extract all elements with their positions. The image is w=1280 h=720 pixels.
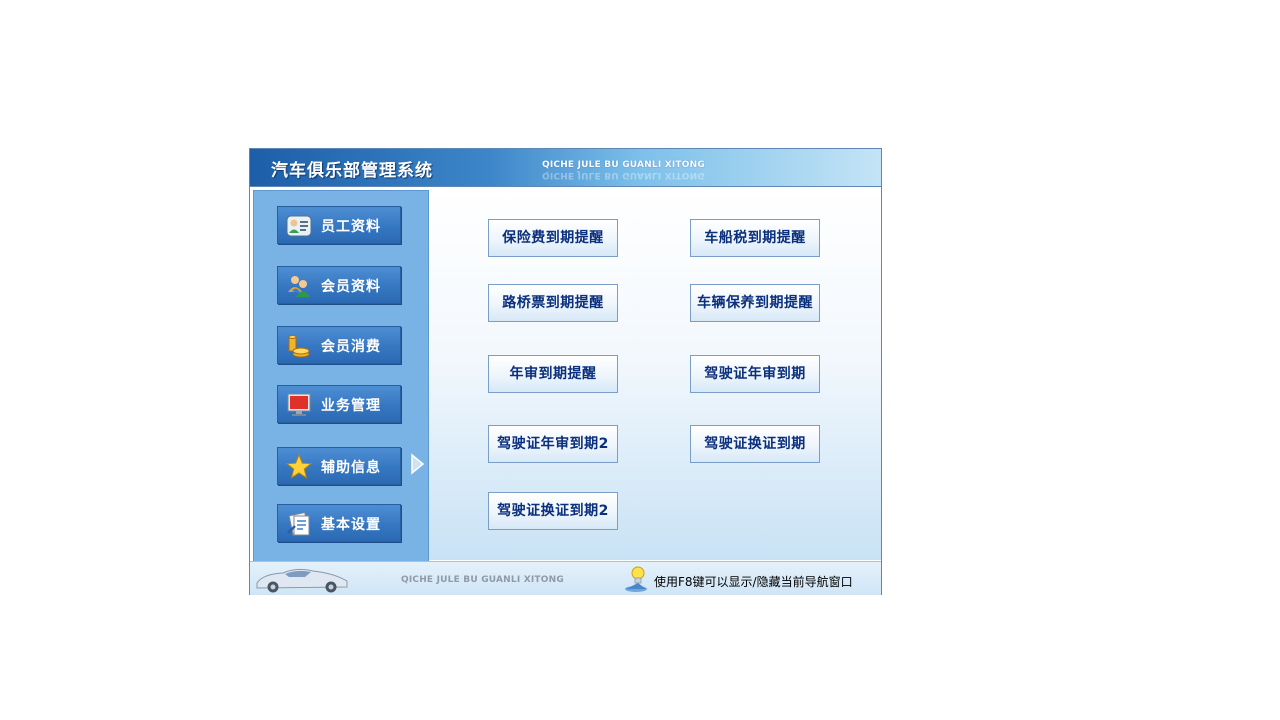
expand-arrow-icon[interactable] [409,453,425,475]
annual-inspection-reminder-button[interactable]: 年审到期提醒 [488,355,618,393]
title-bar: 汽车俱乐部管理系统 QICHE JULE BU GUANLI XITONG QI… [250,149,881,187]
sidebar-item-business-management[interactable]: 业务管理 [277,385,401,423]
sidebar-item-basic-settings[interactable]: 基本设置 [277,504,401,542]
app-subtitle-reflection: QICHE JULE BU GUANLI XITONG [542,170,705,180]
reminder-panel: 保险费到期提醒 车船税到期提醒 路桥票到期提醒 车辆保养到期提醒 年审到期提醒 … [429,187,881,560]
sidebar-item-employee-info[interactable]: 员工资料 [277,206,401,244]
status-bar: QICHE JULE BU GUANLI XITONG 使用F8键可以显示/隐藏… [250,561,881,595]
lightbulb-hint-icon [625,566,647,592]
sidebar-item-member-info[interactable]: 会员资料 [277,266,401,304]
f8-hint-text: 使用F8键可以显示/隐藏当前导航窗口 [654,575,853,589]
sidebar-item-label: 辅助信息 [321,460,381,476]
app-window: 汽车俱乐部管理系统 QICHE JULE BU GUANLI XITONG QI… [249,148,882,595]
license-renewal-expiry-2-button[interactable]: 驾驶证换证到期2 [488,492,618,530]
settings-document-icon [287,511,310,537]
sports-car-icon [256,568,348,593]
sidebar-item-label: 会员消费 [321,339,381,355]
app-subtitle: QICHE JULE BU GUANLI XITONG [542,160,705,170]
vehicle-maintenance-expiry-reminder-button[interactable]: 车辆保养到期提醒 [690,284,820,322]
vehicle-tax-expiry-reminder-button[interactable]: 车船税到期提醒 [690,219,820,257]
monitor-icon [287,393,311,416]
sidebar-item-auxiliary-info[interactable]: 辅助信息 [277,447,401,485]
license-annual-review-expiry-2-button[interactable]: 驾驶证年审到期2 [488,425,618,463]
sidebar-item-label: 员工资料 [321,219,381,235]
sidebar-item-label: 会员资料 [321,279,381,295]
insurance-expiry-reminder-button[interactable]: 保险费到期提醒 [488,219,618,257]
app-title: 汽车俱乐部管理系统 [271,161,433,181]
members-group-icon [288,276,310,297]
sidebar-item-label: 业务管理 [321,398,381,414]
license-annual-review-expiry-button[interactable]: 驾驶证年审到期 [690,355,820,393]
star-icon [286,454,312,479]
toll-ticket-expiry-reminder-button[interactable]: 路桥票到期提醒 [488,284,618,322]
navigation-sidebar: 员工资料 会员资料 会员消费 业务管理 辅助信息 基本设置 [253,190,429,562]
coins-icon [288,335,310,358]
license-renewal-expiry-button[interactable]: 驾驶证换证到期 [690,425,820,463]
footer-subtitle: QICHE JULE BU GUANLI XITONG [401,575,564,585]
employee-card-icon [286,215,312,237]
sidebar-item-label: 基本设置 [321,517,381,533]
sidebar-item-member-consumption[interactable]: 会员消费 [277,326,401,364]
